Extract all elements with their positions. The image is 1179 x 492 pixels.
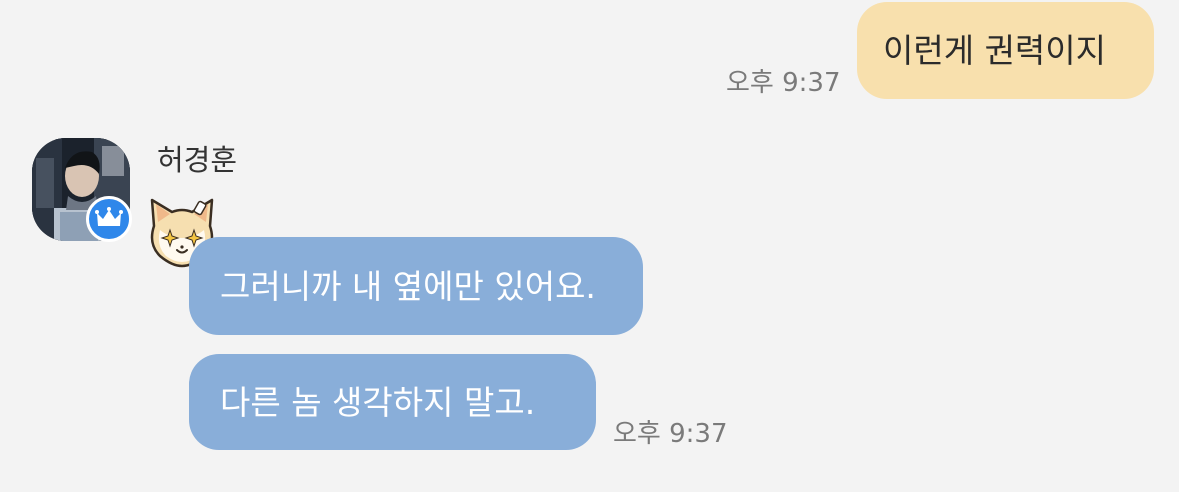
sender-name: 허경훈 bbox=[157, 143, 238, 177]
incoming-message-time: 오후 9:37 bbox=[613, 419, 728, 449]
incoming-message-text-2: 다른 놈 생각하지 말고. bbox=[220, 382, 536, 422]
incoming-message-text-1: 그러니까 내 옆에만 있어요. bbox=[220, 266, 596, 306]
crown-badge bbox=[86, 196, 132, 242]
incoming-message-bubble-2[interactable]: 다른 놈 생각하지 말고. bbox=[189, 354, 596, 450]
crown-icon bbox=[95, 207, 123, 226]
outgoing-message-bubble[interactable]: 이런게 권력이지 bbox=[857, 2, 1154, 99]
outgoing-message-time: 오후 9:37 bbox=[726, 68, 841, 98]
outgoing-message-text: 이런게 권력이지 bbox=[883, 31, 1107, 70]
incoming-message-bubble-1[interactable]: 그러니까 내 옆에만 있어요. bbox=[189, 237, 643, 335]
